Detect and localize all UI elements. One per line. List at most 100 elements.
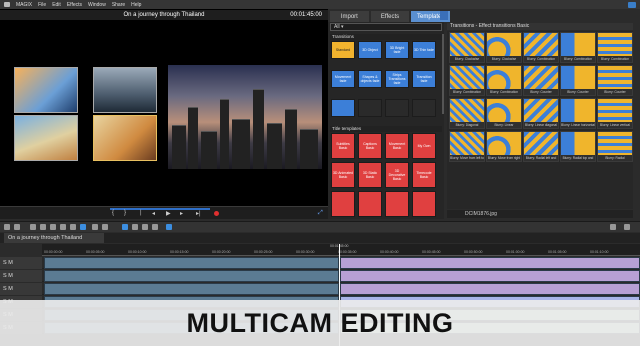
template-tile[interactable]: My Own <box>412 133 436 159</box>
menu-edit[interactable]: Edit <box>52 2 61 8</box>
transition-tile[interactable]: Blurry: Counter clockwise around center <box>560 65 596 96</box>
fullscreen-icon[interactable]: ⤢ <box>318 210 323 217</box>
template-tile[interactable]: Subtitles Basic <box>331 133 355 159</box>
undo-icon[interactable] <box>4 224 10 230</box>
bracket-out-icon[interactable]: } <box>124 210 126 216</box>
template-tile[interactable]: 3D Object <box>358 41 382 59</box>
video-clip[interactable] <box>340 257 640 269</box>
play-icon[interactable]: ▶ <box>166 210 171 217</box>
bracket-in-icon[interactable]: { <box>112 210 114 216</box>
transition-tile[interactable]: Blurry: Diagonal <box>449 98 485 129</box>
transition-tile[interactable]: Blurry: Radial <box>597 131 633 162</box>
template-tile[interactable]: Timecode Basic <box>412 162 436 188</box>
range-mode-icon[interactable] <box>132 224 138 230</box>
link-icon[interactable] <box>92 224 98 230</box>
redo-icon[interactable] <box>14 224 20 230</box>
track-header[interactable]: S M <box>0 283 42 295</box>
video-clip[interactable] <box>44 270 339 282</box>
template-tile[interactable] <box>358 99 382 117</box>
template-tile[interactable] <box>412 191 436 217</box>
timeline-ruler[interactable]: 00:01:45:00 00:00:00:0000:00:05:0000:00:… <box>42 244 640 256</box>
settings-icon[interactable] <box>624 224 630 230</box>
copy-icon[interactable] <box>50 224 56 230</box>
timeline-project-tab[interactable]: On a journey through Thailand <box>4 233 104 243</box>
template-tile[interactable] <box>385 191 409 217</box>
mouse-mode-icon[interactable] <box>122 224 128 230</box>
record-icon[interactable] <box>214 211 219 216</box>
menu-share[interactable]: Share <box>112 2 125 8</box>
template-tile[interactable]: 3D Thin fade <box>412 41 436 59</box>
delete-icon[interactable] <box>30 224 36 230</box>
tab-effects[interactable]: Effects <box>370 11 410 22</box>
track-header[interactable]: S M <box>0 257 42 269</box>
transition-tile[interactable]: Blurry: Radial left and right <box>523 131 559 162</box>
multicam-thumb-1[interactable] <box>14 67 78 113</box>
tab-import[interactable]: Import <box>330 11 369 22</box>
track-header[interactable]: S M <box>0 270 42 282</box>
transition-tile[interactable]: Blurry: Linear diagonal right <box>523 98 559 129</box>
library-scrollbar[interactable] <box>442 34 444 114</box>
stretch-mode-icon[interactable] <box>152 224 158 230</box>
video-clip[interactable] <box>44 257 339 269</box>
template-tile[interactable]: 3D Static Basic <box>358 162 382 188</box>
track-solo-mute-label[interactable]: S M <box>3 273 13 279</box>
mark-icon[interactable]: | <box>140 210 142 216</box>
template-tile[interactable] <box>331 191 355 217</box>
ripple-icon[interactable] <box>80 224 86 230</box>
template-tile[interactable]: Transition fade <box>412 70 436 88</box>
menu-help[interactable]: Help <box>131 2 141 8</box>
end-icon[interactable]: ▸| <box>196 210 201 217</box>
template-tile[interactable] <box>358 191 382 217</box>
transition-tile[interactable]: Blurry: Combination radial to linear <box>449 65 485 96</box>
cut-icon[interactable] <box>40 224 46 230</box>
template-tile[interactable]: Shapes & objects fade <box>358 70 382 88</box>
transition-tile[interactable]: Blurry: Radial top and bottom <box>560 131 596 162</box>
category-select[interactable]: All ▾ <box>330 23 442 31</box>
snap-icon[interactable] <box>166 224 172 230</box>
template-tile[interactable]: 3D Bright fade <box>385 41 409 59</box>
zoom-icon[interactable] <box>610 224 616 230</box>
template-tile[interactable]: Captions Basic <box>358 133 382 159</box>
transition-tile[interactable]: Blurry: Move from left to right <box>449 131 485 162</box>
template-tile[interactable] <box>331 99 355 117</box>
template-tile[interactable]: Standard <box>331 41 355 59</box>
help-icon[interactable] <box>628 1 636 8</box>
video-clip[interactable] <box>340 283 640 295</box>
multicam-thumb-2[interactable] <box>14 115 78 161</box>
template-tile[interactable] <box>385 99 409 117</box>
title-templates-section-header[interactable]: Title templates <box>330 126 442 132</box>
transition-tile[interactable]: Blurry: Clockwise <box>449 32 485 63</box>
transition-tile[interactable]: Blurry: Counter clockwise <box>597 65 633 96</box>
transition-tile[interactable]: Blurry: Combination from top to bottom <box>560 32 596 63</box>
prev-frame-icon[interactable]: ◂ <box>152 210 155 217</box>
multicam-thumb-3[interactable] <box>93 67 157 113</box>
transition-tile[interactable]: Blurry: Counter clockwise <box>523 65 559 96</box>
transition-tile[interactable]: Blurry: Combination radial to linear <box>597 32 633 63</box>
panel-toggle-icon[interactable] <box>440 11 448 20</box>
menu-window[interactable]: Window <box>88 2 106 8</box>
next-frame-icon[interactable]: ▸ <box>180 210 183 217</box>
paste-icon[interactable] <box>60 224 66 230</box>
template-tile[interactable]: Strips Transitions fade <box>385 70 409 88</box>
multicam-thumb-4[interactable] <box>93 115 157 161</box>
split-icon[interactable] <box>70 224 76 230</box>
group-icon[interactable] <box>102 224 108 230</box>
transition-tile[interactable]: Blurry: Move from right to left <box>486 131 522 162</box>
transition-tile[interactable]: Blurry: Combination radial to fade <box>523 32 559 63</box>
template-tile[interactable]: 3D Decorative Basic <box>385 162 409 188</box>
transition-tile[interactable]: Blurry: Combination radial to linear <box>486 65 522 96</box>
template-tile[interactable]: 3D Animated Basic <box>331 162 355 188</box>
menu-file[interactable]: File <box>38 2 46 8</box>
curve-mode-icon[interactable] <box>142 224 148 230</box>
template-tile[interactable] <box>412 99 436 117</box>
transition-tile[interactable]: Blurry: Clockwise around center point <box>486 32 522 63</box>
video-clip[interactable] <box>340 270 640 282</box>
transition-tile[interactable]: Blurry: Linear vertical <box>597 98 633 129</box>
transitions-section-header[interactable]: Transitions <box>330 34 442 40</box>
track-solo-mute-label[interactable]: S M <box>3 260 13 266</box>
template-tile[interactable]: Movement Basic <box>385 133 409 159</box>
template-tile[interactable]: Movement fade <box>331 70 355 88</box>
track-solo-mute-label[interactable]: S M <box>3 286 13 292</box>
transition-tile[interactable]: Blurry: Linear <box>486 98 522 129</box>
video-clip[interactable] <box>44 283 339 295</box>
